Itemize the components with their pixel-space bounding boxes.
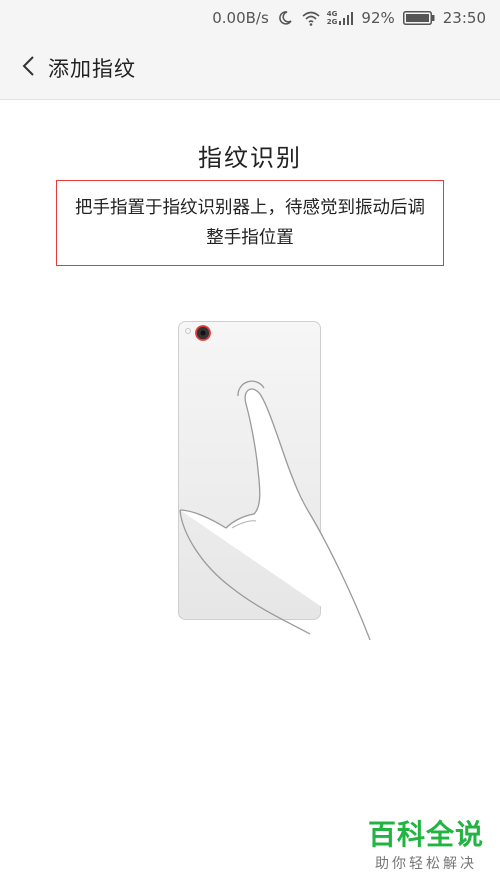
app-header: 添加指纹 — [0, 36, 500, 100]
watermark-title: 百科全说 — [367, 818, 484, 851]
page-title: 添加指纹 — [48, 56, 136, 81]
section-title: 指纹识别 — [198, 144, 302, 172]
watermark-subtitle: 助你轻松解决 — [374, 856, 477, 872]
moon-icon — [277, 10, 293, 26]
instruction-text: 把手指置于指纹识别器上，待感觉到振动后调整手指位置 — [75, 198, 425, 248]
clock: 23:50 — [442, 9, 486, 27]
battery-percent: 92% — [361, 9, 395, 27]
chevron-left-icon — [21, 55, 35, 81]
watermark-logo: 百科全说 助你轻松解决 — [368, 819, 484, 873]
fingerprint-illustration — [170, 318, 380, 648]
network-type: 4G 2G — [327, 10, 338, 26]
instruction-box: 把手指置于指纹识别器上，待感觉到振动后调整手指位置 — [56, 180, 444, 266]
wifi-icon — [301, 10, 321, 26]
signal-icon — [339, 11, 354, 25]
network-type-bottom: 2G — [326, 18, 338, 26]
net-speed: 0.00B/s — [212, 9, 269, 27]
status-bar: 0.00B/s 4G 2G 92% 23:50 — [0, 0, 500, 36]
battery-icon — [402, 11, 435, 25]
back-button[interactable] — [8, 48, 48, 88]
network-type-top: 4G — [326, 10, 338, 18]
